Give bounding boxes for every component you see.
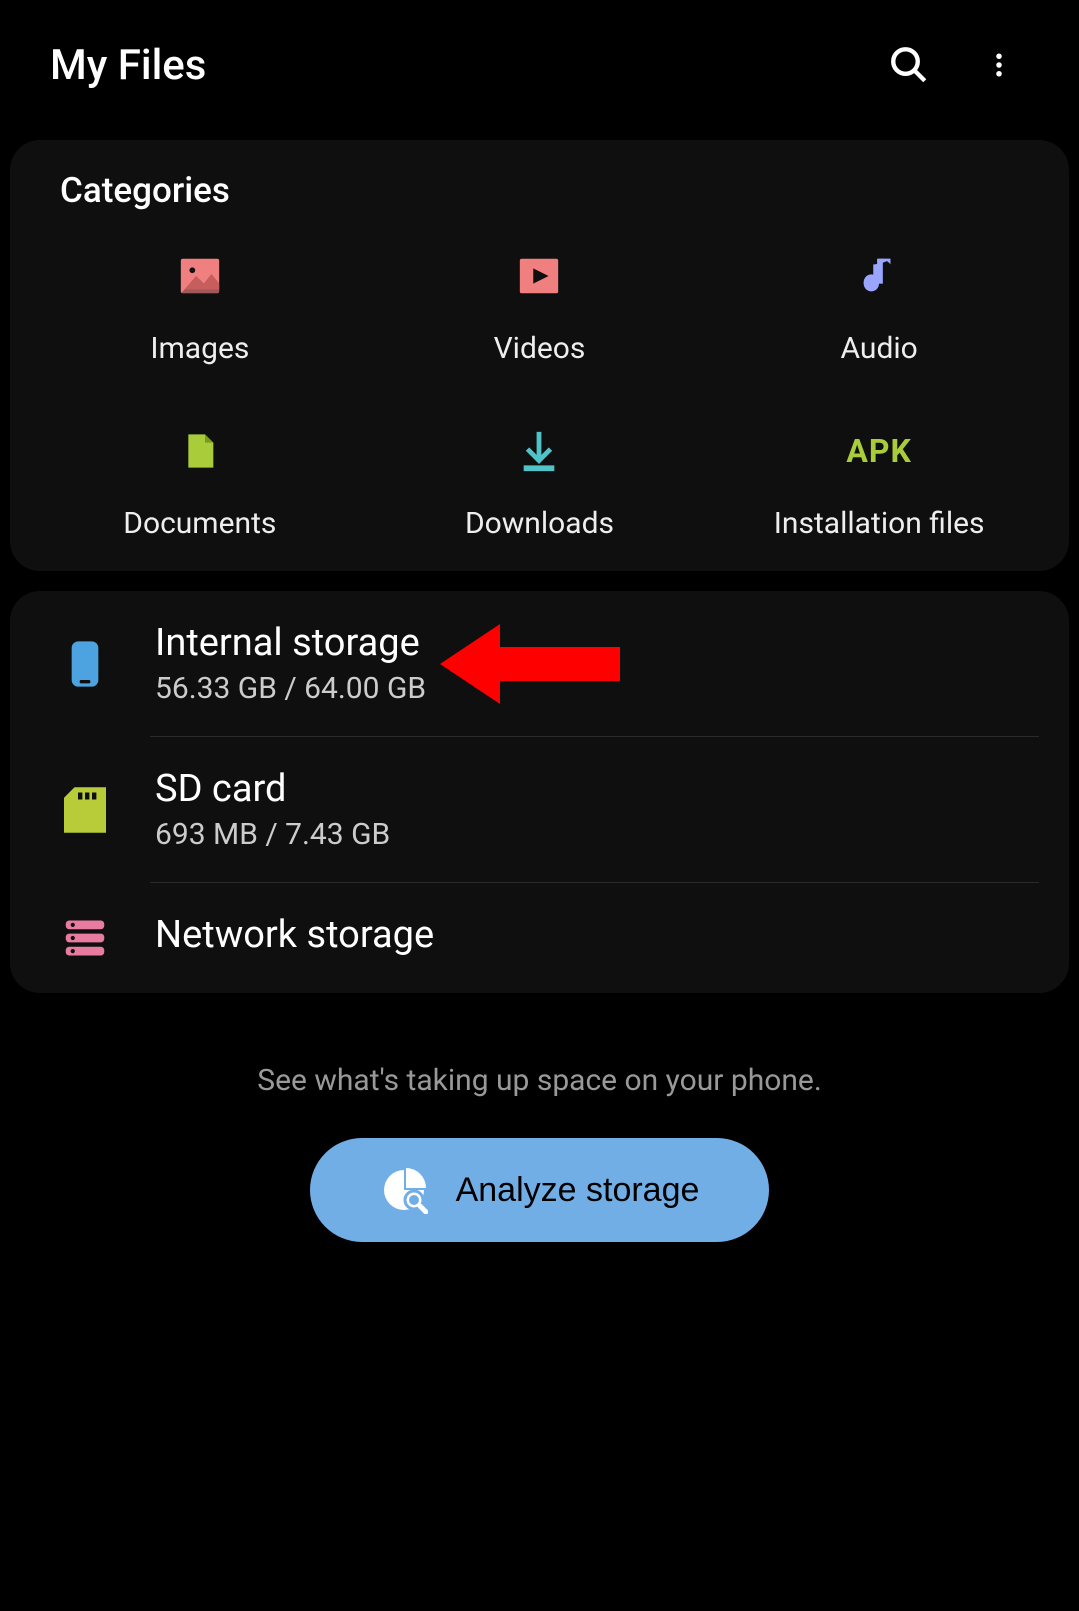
storage-title: Network storage bbox=[155, 913, 1019, 957]
category-label: Videos bbox=[494, 331, 586, 366]
downloads-icon bbox=[514, 426, 564, 476]
categories-grid: Images Videos Audio bbox=[10, 251, 1069, 541]
more-button[interactable] bbox=[969, 35, 1029, 95]
server-icon bbox=[60, 913, 110, 963]
search-button[interactable] bbox=[879, 35, 939, 95]
category-videos[interactable]: Videos bbox=[370, 251, 710, 366]
header: My Files bbox=[0, 0, 1079, 120]
search-icon bbox=[888, 44, 930, 86]
category-label: Installation files bbox=[774, 506, 985, 541]
category-label: Audio bbox=[841, 331, 918, 366]
storage-text: Internal storage 56.33 GB / 64.00 GB bbox=[155, 621, 1019, 706]
categories-title: Categories bbox=[10, 170, 1069, 251]
sd-card-icon bbox=[60, 785, 110, 835]
category-images[interactable]: Images bbox=[30, 251, 370, 366]
apk-icon: APK bbox=[854, 426, 904, 476]
storage-internal[interactable]: Internal storage 56.33 GB / 64.00 GB bbox=[10, 591, 1069, 736]
storage-title: SD card bbox=[155, 767, 1019, 811]
documents-icon bbox=[175, 426, 225, 476]
category-label: Images bbox=[150, 331, 249, 366]
storage-card: Internal storage 56.33 GB / 64.00 GB SD … bbox=[10, 591, 1069, 993]
analyze-storage-button[interactable]: Analyze storage bbox=[310, 1138, 770, 1242]
storage-text: SD card 693 MB / 7.43 GB bbox=[155, 767, 1019, 852]
category-audio[interactable]: Audio bbox=[709, 251, 1049, 366]
phone-icon bbox=[60, 639, 110, 689]
storage-network[interactable]: Network storage bbox=[10, 883, 1069, 993]
storage-sub: 693 MB / 7.43 GB bbox=[155, 817, 1019, 852]
category-apk[interactable]: APK Installation files bbox=[709, 426, 1049, 541]
analyze-label: Analyze storage bbox=[456, 1171, 700, 1210]
storage-sd[interactable]: SD card 693 MB / 7.43 GB bbox=[10, 737, 1069, 882]
storage-sub: 56.33 GB / 64.00 GB bbox=[155, 671, 1019, 706]
categories-card: Categories Images Videos bbox=[10, 140, 1069, 571]
category-label: Documents bbox=[123, 506, 276, 541]
storage-title: Internal storage bbox=[155, 621, 1019, 665]
storage-text: Network storage bbox=[155, 913, 1019, 963]
footer-text: See what's taking up space on your phone… bbox=[20, 1063, 1059, 1098]
images-icon bbox=[175, 251, 225, 301]
audio-icon bbox=[854, 251, 904, 301]
category-label: Downloads bbox=[465, 506, 614, 541]
category-downloads[interactable]: Downloads bbox=[370, 426, 710, 541]
videos-icon bbox=[514, 251, 564, 301]
more-vert-icon bbox=[984, 44, 1014, 86]
page-title: My Files bbox=[50, 41, 849, 90]
footer: See what's taking up space on your phone… bbox=[0, 1013, 1079, 1272]
analyze-icon bbox=[380, 1166, 428, 1214]
category-documents[interactable]: Documents bbox=[30, 426, 370, 541]
